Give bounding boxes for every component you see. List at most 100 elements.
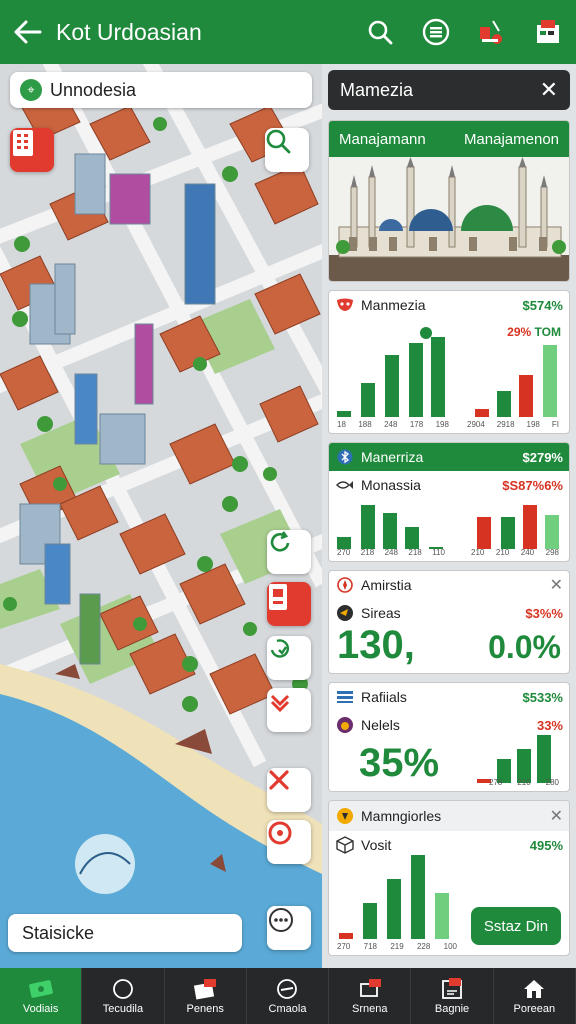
- card1-label: Manmezia: [361, 297, 426, 313]
- banner-bar: Manajamann Manajamenon: [329, 121, 569, 157]
- chart-bar: [361, 383, 375, 417]
- menu-grid-icon[interactable]: [408, 0, 464, 64]
- fruit-icon: [335, 715, 355, 735]
- chart-bar: [385, 355, 399, 417]
- nav-item-bagnie[interactable]: Bagnie: [411, 968, 494, 1024]
- chart-bar: [361, 505, 375, 549]
- bluetooth-icon: [335, 447, 355, 467]
- location-search-box[interactable]: ⌖ Unnodesia: [10, 72, 312, 108]
- nav-label: Bagnie: [434, 1003, 470, 1015]
- stat-card-rafiials[interactable]: Rafiials $533% Nelels 33% 35% 278 210 28…: [328, 682, 570, 792]
- zoom-search-icon[interactable]: [265, 128, 309, 172]
- card1-bars-right: [475, 345, 557, 417]
- nav-item-srnena[interactable]: Srnena: [329, 968, 412, 1024]
- card1-sub-red: 29%: [507, 325, 532, 339]
- nav-label: Poreean: [513, 1003, 556, 1015]
- home-icon: [522, 977, 546, 1001]
- tick-label: 210: [517, 778, 531, 787]
- nav-item-penens[interactable]: Penens: [165, 968, 247, 1024]
- tick-label: 210: [495, 548, 510, 557]
- card2-value2: %6%: [532, 477, 563, 493]
- stats-panel: Mamezia ✕ Manajamann Manajamenon Manmezi…: [322, 64, 576, 968]
- tick-label: 248: [384, 420, 398, 429]
- tick-label: 110: [432, 548, 445, 557]
- card4-value: $533%: [522, 689, 563, 705]
- map-status-box[interactable]: Staisicke: [8, 914, 242, 952]
- document-stack-icon[interactable]: [520, 0, 576, 64]
- card4-big-value: 35%: [359, 741, 440, 785]
- tick-label: 228: [416, 942, 431, 951]
- chart-bar: [475, 409, 489, 417]
- chart-bar: [537, 735, 551, 783]
- search-icon[interactable]: [352, 0, 408, 64]
- status-button[interactable]: Sstaz Din: [471, 907, 561, 945]
- nav-item-cmaola[interactable]: Cmaola: [247, 968, 330, 1024]
- alert-map-icon[interactable]: [464, 0, 520, 64]
- location-label: Unnodesia: [50, 79, 137, 100]
- card4-ticks: 278 210 280: [489, 778, 559, 787]
- stat-card-mamngiorles[interactable]: Mamngiorles ✕ Vosit 495% 270 718 219 228…: [328, 800, 570, 956]
- card1-bars-left: [337, 337, 445, 417]
- chart-bar: [519, 375, 533, 417]
- back-arrow-icon[interactable]: [0, 0, 56, 64]
- card2-value: $S87: [502, 477, 533, 493]
- mosque-illustration: [329, 157, 569, 281]
- card2-header-value: $279%: [522, 449, 563, 465]
- card3-close-icon[interactable]: ✕: [550, 575, 563, 595]
- nav-item-tecudila[interactable]: Tecudila: [82, 968, 165, 1024]
- tick-label: 248: [384, 548, 398, 557]
- close-marker-icon[interactable]: [267, 768, 311, 812]
- chart-bar: [387, 879, 401, 939]
- tick-label: 218: [408, 548, 422, 557]
- stat-card-manmezia[interactable]: Manmezia $574% 29% TOM 18 188 248 178 19…: [328, 290, 570, 434]
- card1-marker-icon: [420, 327, 432, 339]
- close-icon[interactable]: ✕: [540, 77, 558, 103]
- tick-label: 278: [489, 778, 503, 787]
- card1-value: $574%: [522, 297, 563, 313]
- bottom-nav: Vodiais Tecudila Penens Cmaola Srnena Ba…: [0, 968, 576, 1024]
- refresh-icon[interactable]: [267, 530, 311, 574]
- card2-header: Manerriza $279%: [329, 443, 569, 471]
- layers-icon[interactable]: [10, 128, 54, 172]
- stat-card-amirstia[interactable]: Amirstia ✕ Sireas $3%% 130, 0.0%: [328, 570, 570, 674]
- nav-item-vodiais[interactable]: Vodiais: [0, 968, 83, 1024]
- target-icon[interactable]: [267, 820, 311, 864]
- app-title: Kot Urdoasian: [56, 18, 202, 45]
- rotate-icon[interactable]: [267, 636, 311, 680]
- card5-close-icon[interactable]: ✕: [550, 806, 563, 826]
- card4-label: Rafiials: [361, 689, 407, 705]
- chart-bar: [339, 933, 353, 939]
- direction-icon[interactable]: [267, 688, 311, 732]
- panel-header: Mamezia ✕: [328, 70, 570, 110]
- card3-sub-label: Sireas: [361, 605, 401, 621]
- tick-label: 298: [545, 548, 559, 557]
- clock-icon: [276, 977, 298, 1001]
- tick-label: 280: [545, 778, 559, 787]
- mask-icon: [335, 295, 355, 315]
- app-header: Kot Urdoasian: [0, 0, 576, 64]
- nav-label: Tecudila: [102, 1003, 144, 1015]
- city-map[interactable]: ⌖ Unnodesia Staisicke: [0, 64, 322, 968]
- device-icon[interactable]: [267, 582, 311, 626]
- cube-icon: [335, 835, 355, 855]
- chart-bar: [409, 343, 423, 417]
- banner-right-label: Manajamenon: [463, 130, 559, 148]
- card4-header: Rafiials $533%: [329, 683, 569, 711]
- more-options-icon[interactable]: [267, 906, 311, 950]
- compass-icon: [335, 575, 355, 595]
- tick-label: 210: [471, 548, 485, 557]
- card5-sub-value: 495%: [529, 837, 563, 853]
- map-status-label: Staisicke: [22, 922, 95, 943]
- tick-label: 718: [363, 942, 378, 951]
- card1-sub-green: TOM: [534, 325, 561, 339]
- chart-bar: [497, 391, 511, 417]
- chart-bar: [337, 411, 351, 417]
- nav-label: Cmaola: [268, 1003, 307, 1015]
- tick-label: 270: [337, 548, 351, 557]
- card1-ticks-right: 2904 2918 198 FI: [467, 420, 559, 429]
- nav-label: Srnena: [352, 1003, 388, 1015]
- nav-item-poreean[interactable]: Poreean: [494, 968, 576, 1024]
- money-icon: [28, 977, 54, 1001]
- stat-card-manerriza[interactable]: Manerriza $279% Monassia $S87 %6% 270 218…: [328, 442, 570, 562]
- card1-ticks-left: 18 188 248 178 198: [337, 420, 449, 429]
